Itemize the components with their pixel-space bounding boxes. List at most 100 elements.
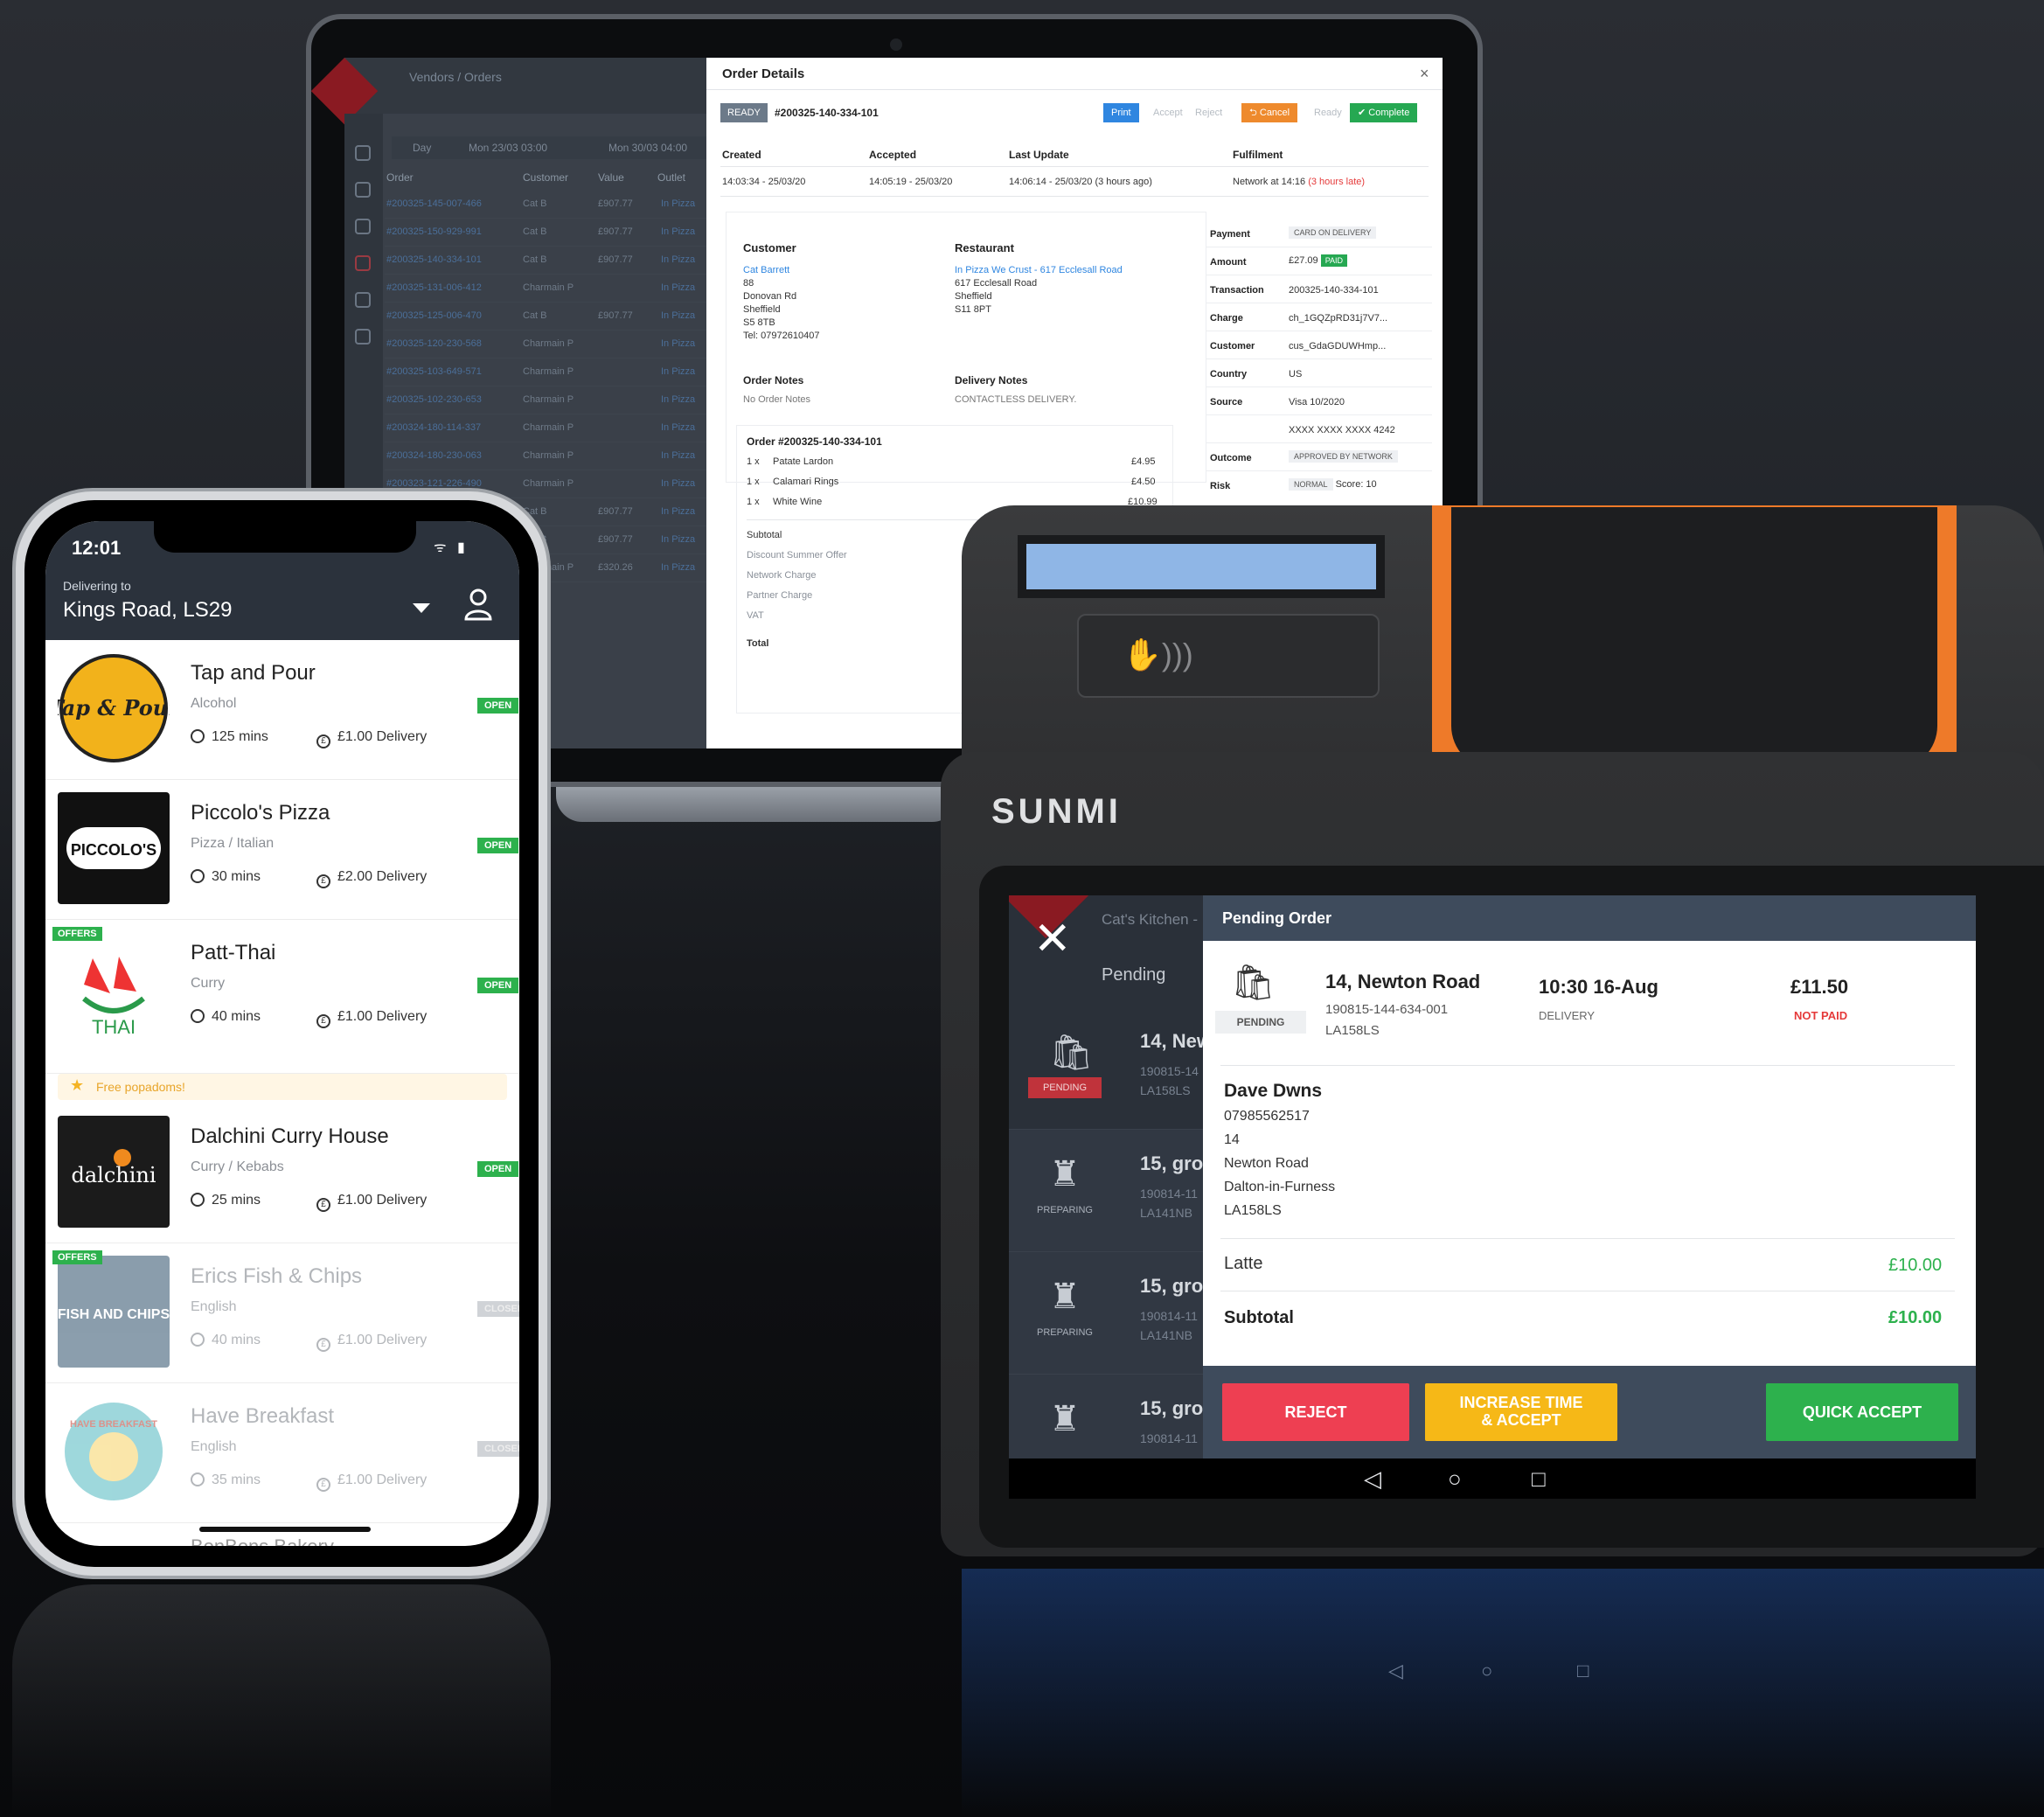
transaction-label: Transaction (1210, 285, 1264, 296)
delivery-fee-text: £1.00 Delivery (337, 1472, 428, 1487)
user-icon[interactable] (463, 588, 493, 621)
order-list-item[interactable]: ♜ PREPARING 15, grov 190814-11 LA141NB (1009, 1252, 1213, 1375)
delivery-time: 25 mins (191, 1193, 261, 1208)
recents-icon[interactable]: □ (1532, 1465, 1546, 1493)
increase-time-accept-button[interactable]: INCREASE TIME & ACCEPT (1425, 1383, 1617, 1441)
home-indicator[interactable] (199, 1527, 371, 1532)
home-icon[interactable]: ○ (1448, 1465, 1462, 1493)
restaurant-card[interactable]: PICCOLO'S Piccolo's Pizza Pizza / Italia… (45, 780, 519, 920)
nav-menu-icon[interactable] (355, 219, 371, 234)
nav-orders-icon[interactable] (355, 182, 371, 198)
order-actions-bar: REJECT INCREASE TIME & ACCEPT QUICK ACCEP… (1203, 1366, 1976, 1458)
column-header-customer[interactable]: Customer (523, 171, 568, 184)
customer-id-link[interactable]: cus_GdaGDUWHmp... (1289, 341, 1386, 352)
date-to[interactable]: Mon 30/03 04:00 (608, 142, 687, 154)
accepted-value: 14:05:19 - 25/03/20 (869, 177, 953, 187)
outcome-label: Outcome (1210, 453, 1252, 463)
quick-accept-button[interactable]: QUICK ACCEPT (1766, 1383, 1958, 1441)
chevron-down-icon[interactable] (413, 603, 430, 613)
complete-button[interactable]: ✔ Complete (1350, 103, 1418, 122)
table-row[interactable]: #200325-103-649-571 Charmain P In Pizza (385, 359, 708, 386)
reject-button[interactable]: Reject (1187, 103, 1230, 122)
delivering-to-label: Delivering to (63, 579, 131, 593)
subtotal-label: Subtotal (1224, 1308, 1294, 1327)
payment-status: NOT PAID (1794, 1009, 1848, 1022)
order-status: PREPARING (1037, 1327, 1093, 1338)
accept-button[interactable]: Accept (1145, 103, 1191, 122)
order-status-badge: PENDING (1215, 1011, 1306, 1034)
charge-link[interactable]: ch_1GQZpRD31j7V7... (1289, 313, 1387, 324)
status-badge: OPEN (477, 1161, 519, 1177)
restaurant-name: Tap and Pour (191, 661, 316, 685)
customer-name-link[interactable]: Cat Barrett (743, 264, 789, 277)
order-list-item[interactable]: ♜ PREPARING 15, grov 190814-11 LA141NB (1009, 1130, 1213, 1252)
delivery-time-text: 125 mins (212, 729, 268, 744)
delivery-time: 125 mins (191, 729, 268, 745)
close-icon[interactable]: ✕ (1033, 913, 1072, 965)
restaurant-card[interactable]: HAVE BREAKFAST Have Breakfast English 35… (45, 1383, 519, 1523)
order-ref: 190814-11 LA141NB (1140, 1184, 1198, 1222)
close-icon[interactable]: × (1420, 65, 1429, 83)
restaurant-logo: PICCOLO'S (58, 792, 170, 904)
nav-calendar-icon[interactable] (355, 292, 371, 308)
transaction-link[interactable]: 200325-140-334-101 (1289, 285, 1379, 296)
payment-panel: Payment CARD ON DELIVERY Amount £27.09 P… (1206, 212, 1436, 553)
delivery-fee: £ £2.00 Delivery (316, 869, 427, 888)
table-row[interactable]: #200325-125-006-470 Cat B £907.77 In Pizza (385, 303, 708, 331)
table-row[interactable]: #200325-120-230-568 Charmain P In Pizza (385, 331, 708, 359)
breadcrumb[interactable]: Vendors / Orders (409, 70, 502, 84)
next-restaurant-peek[interactable]: BonBons Bakery (191, 1535, 334, 1546)
table-row[interactable]: #200324-180-230-063 Charmain P In Pizza (385, 442, 708, 470)
restaurant-card[interactable]: THAI OFFERS Patt-Thai Curry 40 mins £ £1.… (45, 920, 519, 1074)
cancel-button[interactable]: ⮌ Cancel (1241, 103, 1298, 122)
delivery-time: 10:30 16-Aug (1539, 976, 1658, 998)
table-row[interactable]: #200324-180-114-337 Charmain P In Pizza (385, 414, 708, 442)
restaurant-logo: HAVE BREAKFAST (58, 1396, 170, 1507)
network-charge-label: Network Charge (747, 570, 817, 581)
ready-button[interactable]: Ready (1306, 103, 1350, 122)
risk-score: Score: 10 (1335, 479, 1377, 490)
nav-alerts-icon[interactable] (355, 255, 371, 271)
date-from[interactable]: Mon 23/03 03:00 (469, 142, 547, 154)
header-last-update: Last Update (1009, 149, 1069, 161)
order-list-item[interactable]: 🛍 PENDING 14, New 190815-14 LA158LS (1009, 1007, 1212, 1130)
table-row[interactable]: #200325-145-007-466 Cat B £907.77 In Pizza (385, 191, 708, 219)
table-row[interactable]: #200325-150-929-991 Cat B £907.77 In Pizza (385, 219, 708, 247)
restaurant-card[interactable]: FISH AND CHIPS OFFERS Erics Fish & Chips… (45, 1243, 519, 1383)
restaurant-card[interactable]: Tap & Pour Tap and Pour Alcohol 125 mins… (45, 640, 519, 780)
outlet-cell: In Pizza (661, 310, 696, 321)
column-header-value[interactable]: Value (598, 171, 624, 184)
table-row[interactable]: #200325-102-230-653 Charmain P In Pizza (385, 386, 708, 414)
value-cell: £320.26 (598, 562, 633, 573)
table-row[interactable]: #200325-140-334-101 Cat B £907.77 In Pizza (385, 247, 708, 275)
tab-pending[interactable]: Pending (1102, 965, 1165, 985)
home-icon-reflection: ○ (1481, 1660, 1493, 1681)
outlet-cell: In Pizza (661, 198, 696, 209)
promo-banner[interactable]: ★ Free popadoms! (58, 1074, 507, 1100)
android-nav-bar: ◁ ○ □ (1009, 1458, 1976, 1499)
column-header-order[interactable]: Order (386, 171, 414, 184)
clock-icon (191, 729, 205, 743)
reject-button[interactable]: REJECT (1222, 1383, 1409, 1441)
order-cell: #200325-140-334-101 (386, 254, 482, 265)
customer-name: Dave Dwns (1224, 1081, 1323, 1101)
column-header-outlet[interactable]: Outlet (657, 171, 685, 184)
customer-phone[interactable]: 07985562517 (1224, 1109, 1310, 1124)
panel-title: Pending Order (1222, 909, 1332, 927)
table-row[interactable]: #200325-131-006-412 Charmain P In Pizza (385, 275, 708, 303)
restaurant-card[interactable]: dalchini Dalchini Curry House Curry / Ke… (45, 1103, 519, 1243)
divider (720, 196, 1429, 197)
delivery-location[interactable]: Kings Road, LS29 (63, 598, 232, 623)
restaurant-name-link[interactable]: In Pizza We Crust - 617 Ecclesall Road (955, 264, 1123, 277)
back-icon[interactable]: ◁ (1364, 1465, 1381, 1493)
last-update-value: 14:06:14 - 25/03/20 (3 hours ago) (1009, 177, 1152, 187)
clock-icon (191, 1193, 205, 1207)
nav-reports-icon[interactable] (355, 329, 371, 345)
nav-home-icon[interactable] (355, 145, 371, 161)
order-ref: 190815-14 LA158LS (1140, 1062, 1199, 1100)
period-select[interactable]: Day (413, 142, 431, 154)
customer-heading: Customer (743, 241, 796, 254)
outlet-cell: In Pizza (661, 478, 696, 489)
cancel-label: Cancel (1259, 108, 1290, 118)
print-button[interactable]: Print (1103, 103, 1139, 122)
